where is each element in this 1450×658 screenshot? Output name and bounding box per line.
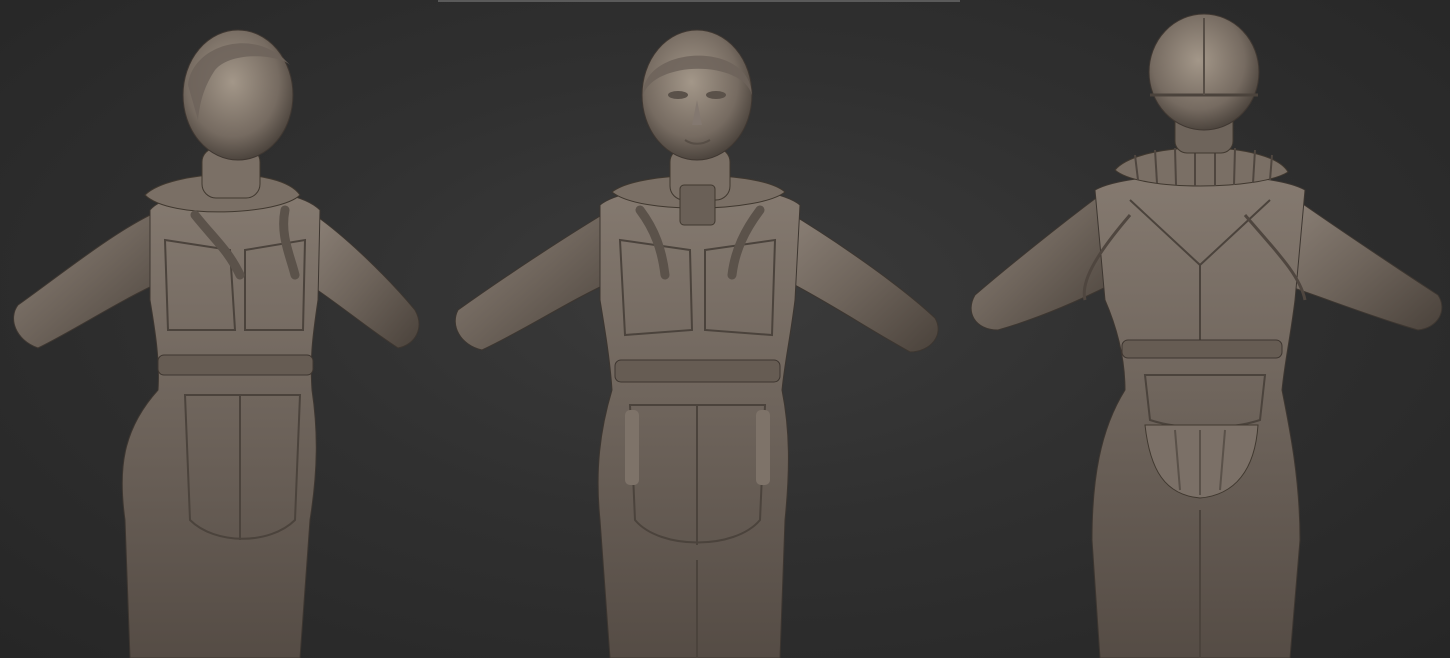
three-views-render: [13, 13, 1443, 658]
figure-three-quarter-view: [13, 29, 420, 658]
sculpt-render-viewport: [0, 0, 1450, 658]
figure-back-view: [970, 13, 1443, 658]
figure-front-view: [454, 29, 939, 658]
